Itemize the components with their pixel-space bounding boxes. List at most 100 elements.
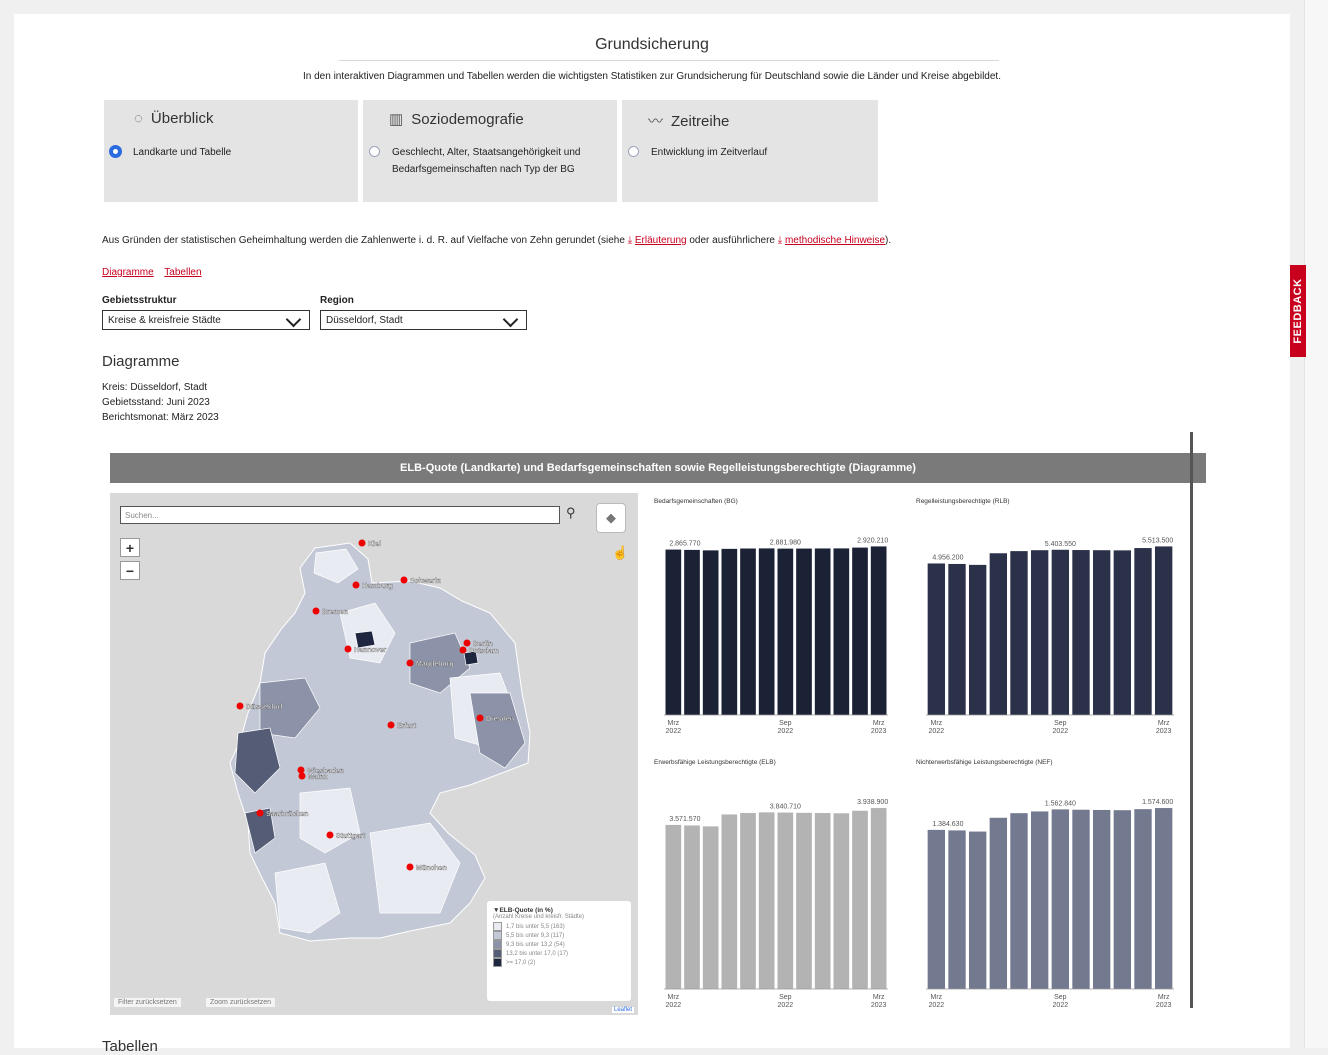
chart-bar[interactable] [796, 548, 812, 715]
city-marker[interactable] [256, 809, 264, 817]
chart-bar[interactable] [968, 831, 987, 989]
page-scrollbar[interactable] [1304, 0, 1328, 1048]
link-erlaeuterung[interactable]: Erläuterung [635, 235, 687, 246]
city-marker[interactable] [298, 772, 306, 780]
chart-bar[interactable] [927, 829, 946, 989]
legend-item[interactable]: >= 17,0 (2) [493, 958, 625, 967]
city-marker[interactable] [297, 766, 305, 774]
leaflet-attribution[interactable]: Leaflet [611, 1007, 634, 1013]
chart-bar[interactable] [721, 814, 738, 989]
tile-ueberblick[interactable]: ◌ Überblick Landkarte und Tabelle [104, 100, 358, 202]
search-icon[interactable]: ⚲ [566, 505, 576, 521]
x-tick-label: Sep [1054, 994, 1067, 1001]
chart-bar[interactable] [702, 550, 719, 715]
chart-bar[interactable] [1134, 809, 1152, 989]
chart-bar[interactable] [796, 812, 812, 989]
chart-bar[interactable] [833, 548, 850, 715]
city-marker[interactable] [344, 645, 352, 653]
chart-bar[interactable] [1072, 809, 1090, 989]
city-marker[interactable] [476, 714, 484, 722]
chart-bar[interactable] [870, 808, 887, 989]
chart-bar[interactable] [833, 813, 850, 989]
link-tabellen[interactable]: Tabellen [164, 267, 201, 278]
touch-gesture-icon[interactable]: ☝ [612, 545, 628, 561]
chart-bar[interactable] [1113, 810, 1132, 989]
zoom-in-button[interactable]: + [120, 538, 140, 557]
city-label: Dresden [486, 716, 514, 723]
chart-bar[interactable] [927, 563, 946, 715]
chart-bar[interactable] [1154, 546, 1173, 715]
link-diagramme[interactable]: Diagramme [102, 267, 154, 278]
gebietsstruktur-select[interactable]: Kreise & kreisfreie Städte [102, 310, 310, 330]
x-tick-label: 2022 [1053, 1002, 1069, 1009]
city-marker[interactable] [463, 639, 471, 647]
map-region[interactable] [354, 630, 376, 649]
map-legend[interactable]: ▼ELB-Quote (in %) (Anzahl Kreise und kre… [487, 901, 631, 1001]
chart-bar[interactable] [870, 546, 887, 715]
chart-bar[interactable] [1051, 549, 1070, 715]
legend-item[interactable]: 1,7 bis unter 5,5 (163) [493, 922, 625, 931]
chart-bar[interactable] [814, 813, 831, 989]
tile-title: Überblick [150, 110, 214, 127]
tile-zeitreihe[interactable]: 〰 Zeitreihe Entwicklung im Zeitverlauf [622, 100, 878, 202]
legend-item[interactable]: 13,2 bis unter 17,0 (17) [493, 949, 625, 958]
chart-bar[interactable] [740, 813, 756, 989]
tile-soziodemografie[interactable]: ▥ Soziodemografie Geschlecht, Alter, Staa… [363, 100, 617, 202]
chart-bar[interactable] [989, 553, 1008, 715]
radio-soziodemografie[interactable] [369, 146, 380, 157]
map-view[interactable]: Kiel Hamburg Schwerin Bremen Berlin Potsdam Ha… [110, 493, 638, 1015]
chart-bar[interactable] [1092, 809, 1111, 989]
chart-bar[interactable] [665, 549, 682, 715]
city-marker[interactable] [352, 581, 360, 589]
chart-bar[interactable] [1030, 550, 1049, 715]
meta-gebietsstand: Gebietsstand: Juni 2023 [102, 397, 210, 408]
city-marker[interactable] [406, 863, 414, 871]
city-marker[interactable] [312, 607, 320, 615]
city-marker[interactable] [400, 576, 408, 584]
chart-bar[interactable] [1010, 813, 1028, 989]
legend-item[interactable]: 5,5 bis unter 9,3 (117) [493, 931, 625, 940]
chart-bar[interactable] [948, 563, 966, 715]
city-marker[interactable] [406, 659, 414, 667]
map-search-input[interactable]: Suchen... [120, 506, 560, 524]
chart-bar[interactable] [1113, 550, 1132, 715]
chart-bar[interactable] [1072, 550, 1090, 715]
reset-filter-button[interactable]: Filter zurücksetzen [114, 998, 181, 1007]
chart-bar[interactable] [777, 812, 794, 989]
chart-bar[interactable] [684, 825, 700, 989]
chart-bar[interactable] [684, 549, 700, 715]
reset-zoom-button[interactable]: Zoom zurücksetzen [206, 998, 276, 1007]
chart-bar[interactable] [1092, 550, 1111, 715]
chart-bar[interactable] [777, 548, 794, 715]
radio-landkarte[interactable] [110, 146, 121, 157]
layers-icon[interactable]: ◆ [596, 503, 626, 533]
chart-bar[interactable] [740, 548, 756, 715]
chart-bar[interactable] [721, 548, 738, 715]
chart-bar[interactable] [1010, 551, 1028, 715]
chart-bar[interactable] [1134, 548, 1152, 715]
link-methodische-hinweise[interactable]: methodische Hinweise [785, 235, 885, 246]
chart-bar[interactable] [758, 548, 775, 715]
city-marker[interactable] [326, 831, 334, 839]
chart-bar[interactable] [665, 824, 682, 989]
chart-bar[interactable] [852, 547, 868, 715]
chart-bar[interactable] [758, 812, 775, 989]
radio-zeitreihe[interactable] [628, 146, 639, 157]
chart-bar[interactable] [852, 810, 868, 989]
feedback-tab[interactable]: FEEDBACK [1290, 265, 1306, 357]
chart-bar[interactable] [989, 817, 1008, 989]
chart-bar[interactable] [814, 548, 831, 715]
city-marker[interactable] [387, 721, 395, 729]
legend-item[interactable]: 9,3 bis unter 13,2 (54) [493, 940, 625, 949]
chart-bar[interactable] [1154, 808, 1173, 989]
city-marker[interactable] [358, 539, 366, 547]
chart-bar[interactable] [948, 830, 966, 989]
chart-bar[interactable] [1030, 811, 1049, 989]
zoom-out-button[interactable]: − [120, 561, 140, 580]
region-select[interactable]: Düsseldorf, Stadt [320, 310, 527, 330]
city-marker[interactable] [459, 646, 467, 654]
chart-bar[interactable] [1051, 809, 1070, 989]
chart-bar[interactable] [968, 564, 987, 715]
city-marker[interactable] [236, 702, 244, 710]
chart-bar[interactable] [702, 826, 719, 989]
